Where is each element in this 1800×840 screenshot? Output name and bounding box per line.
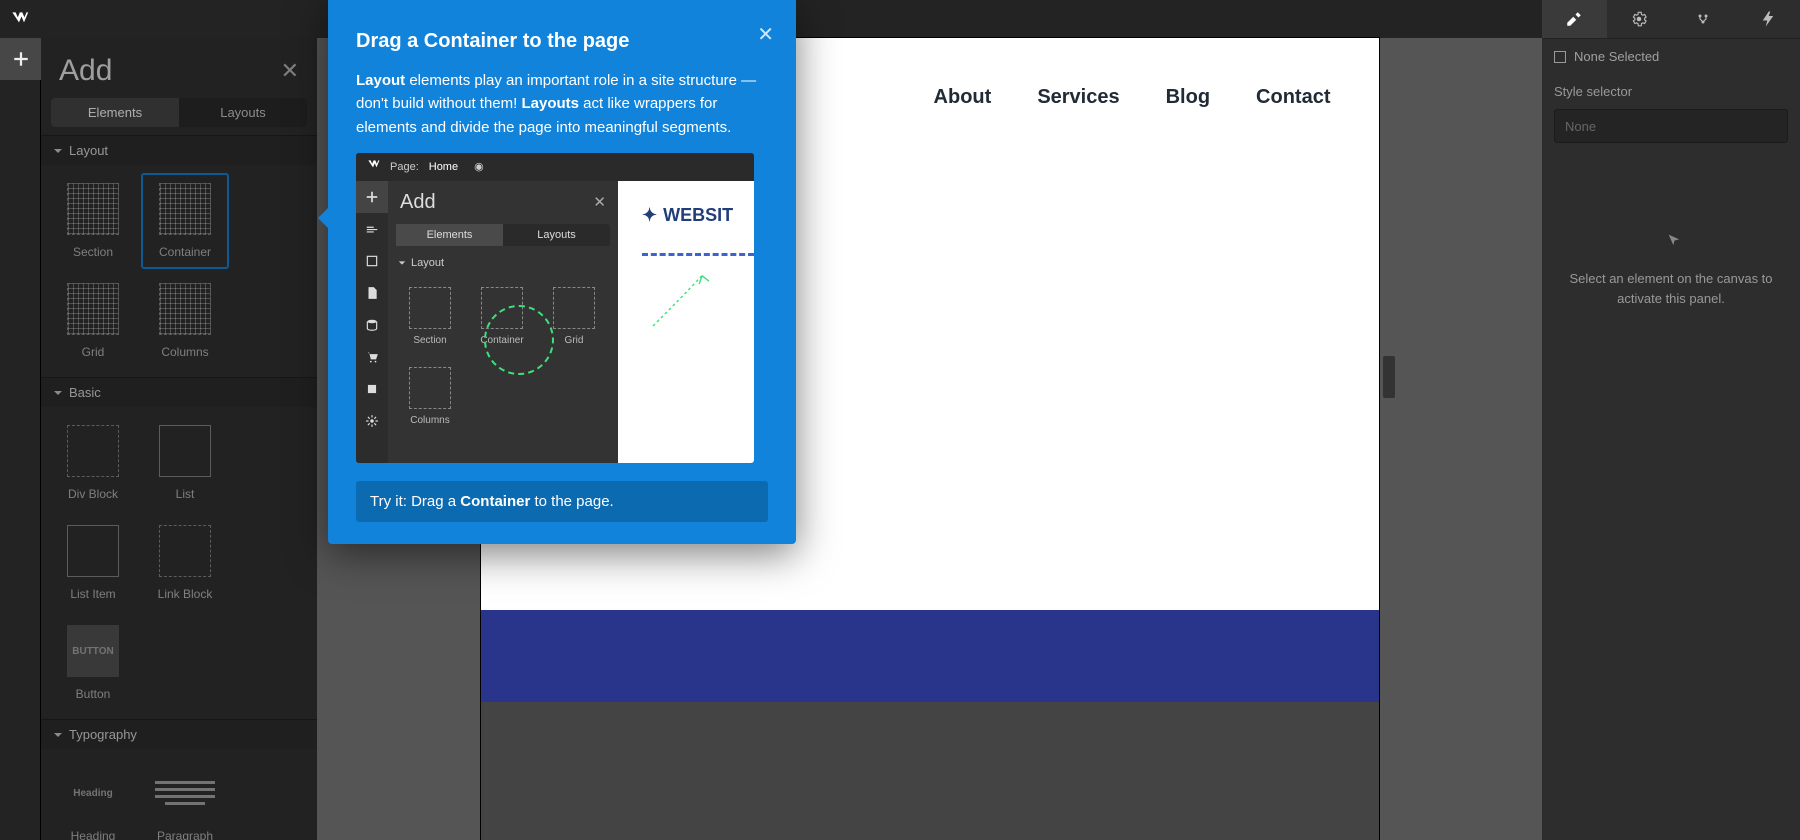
mini-card: Columns — [395, 358, 465, 436]
mini-add-title: Add — [388, 181, 618, 224]
interactions-tab[interactable] — [1671, 0, 1736, 38]
card-label: Grid — [82, 345, 105, 359]
mini-tab-layouts: Layouts — [503, 224, 610, 246]
nav-link-services[interactable]: Services — [1037, 86, 1119, 109]
paragraph-preview — [159, 767, 211, 819]
style-selector-label: Style selector — [1542, 74, 1800, 109]
mini-sec-layout: Layout — [411, 257, 444, 269]
tutorial-illustration: Page: Home ◉ Add ✕ — [356, 153, 754, 463]
tab-layouts[interactable]: Layouts — [179, 98, 307, 127]
card-label: List — [176, 487, 195, 501]
card-div-block[interactable]: Div Block — [49, 415, 137, 511]
card-label: List Item — [70, 587, 115, 601]
card-list-item[interactable]: List Item — [49, 515, 137, 611]
section-title-layout: Layout — [69, 143, 108, 158]
card-section[interactable]: Section — [49, 173, 137, 269]
mini-users-icon — [356, 373, 388, 405]
tutorial-body: Layout elements play an important role i… — [356, 69, 768, 139]
tab-elements[interactable]: Elements — [51, 98, 179, 127]
left-toolbar — [0, 38, 41, 840]
card-paragraph[interactable]: Paragraph — [141, 757, 229, 840]
popup-arrow — [318, 206, 330, 230]
mini-gear-icon — [356, 405, 388, 437]
section-header-basic[interactable]: Basic — [41, 378, 317, 407]
button-preview: BUTTON — [67, 625, 119, 677]
nav-link-about[interactable]: About — [934, 86, 992, 109]
site-footer[interactable] — [481, 610, 1379, 702]
add-panel: Add ✕ Elements Layouts Layout Section Co… — [41, 38, 317, 840]
mini-tab-elements: Elements — [396, 224, 503, 246]
style-selector-placeholder: None — [1565, 119, 1596, 134]
add-panel-title: Add — [59, 54, 112, 88]
top-bar — [0, 0, 1800, 38]
section-header-typography[interactable]: Typography — [41, 720, 317, 749]
section-header-layout[interactable]: Layout — [41, 136, 317, 165]
card-columns[interactable]: Columns — [141, 273, 229, 369]
pointer-click-icon — [1563, 223, 1779, 251]
add-elements-button[interactable] — [0, 38, 41, 80]
close-icon[interactable]: ✕ — [281, 58, 299, 84]
card-label: Button — [76, 687, 111, 701]
card-label: Div Block — [68, 487, 118, 501]
effects-tab[interactable] — [1736, 0, 1800, 38]
mini-drop-target — [642, 253, 754, 256]
mini-page-name: Home — [429, 161, 458, 173]
mini-page-icon — [356, 277, 388, 309]
mini-site-logo: ✦ WEBSIT — [642, 205, 733, 226]
add-panel-tabs: Elements Layouts — [51, 98, 307, 127]
highlight-circle — [484, 305, 554, 375]
section-title-basic: Basic — [69, 385, 101, 400]
card-label: Section — [73, 245, 113, 259]
mini-cms-icon — [356, 309, 388, 341]
eye-icon: ◉ — [474, 160, 484, 173]
selected-element-label: None Selected — [1574, 49, 1659, 64]
tutorial-title: Drag a Container to the page — [356, 30, 768, 53]
mini-card: Section — [395, 278, 465, 356]
close-icon: ✕ — [593, 193, 606, 211]
square-icon — [1554, 51, 1566, 63]
card-link-block[interactable]: Link Block — [141, 515, 229, 611]
right-style-panel: None Selected Style selector None Select… — [1542, 0, 1800, 840]
scrollbar-handle[interactable] — [1383, 356, 1395, 398]
mini-ecom-icon — [356, 341, 388, 373]
card-label: Paragraph — [157, 829, 213, 840]
style-tab[interactable] — [1542, 0, 1607, 38]
style-selector-input[interactable]: None — [1554, 109, 1788, 143]
mini-layers-icon — [356, 213, 388, 245]
settings-tab[interactable] — [1607, 0, 1672, 38]
card-heading[interactable]: Heading Heading — [49, 757, 137, 840]
webflow-logo-icon[interactable] — [0, 0, 38, 38]
close-icon[interactable]: ✕ — [757, 22, 774, 47]
empty-state-message: Select an element on the canvas to activ… — [1563, 269, 1779, 308]
section-title-typography: Typography — [69, 727, 137, 742]
selected-element-row: None Selected — [1542, 38, 1800, 74]
heading-preview: Heading — [67, 767, 119, 819]
tutorial-arrow-icon — [646, 263, 716, 333]
mini-add-icon — [356, 181, 388, 213]
card-label: Link Block — [158, 587, 213, 601]
card-list[interactable]: List — [141, 415, 229, 511]
card-container[interactable]: Container — [141, 173, 229, 269]
webflow-logo-icon — [366, 158, 380, 175]
canvas-below-fold — [481, 702, 1379, 840]
empty-state: Select an element on the canvas to activ… — [1563, 223, 1779, 308]
tutorial-popup: ✕ Drag a Container to the page Layout el… — [328, 0, 796, 544]
card-label: Columns — [161, 345, 208, 359]
nav-link-blog[interactable]: Blog — [1166, 86, 1210, 109]
card-label: Heading — [71, 829, 116, 840]
card-button[interactable]: BUTTON Button — [49, 615, 137, 711]
tutorial-tip: Try it: Drag a Container to the page. — [356, 481, 768, 522]
card-label: Container — [159, 245, 211, 259]
card-grid[interactable]: Grid — [49, 273, 137, 369]
mini-page-label: Page: — [390, 161, 419, 173]
mini-box-icon — [356, 245, 388, 277]
nav-link-contact[interactable]: Contact — [1256, 86, 1330, 109]
